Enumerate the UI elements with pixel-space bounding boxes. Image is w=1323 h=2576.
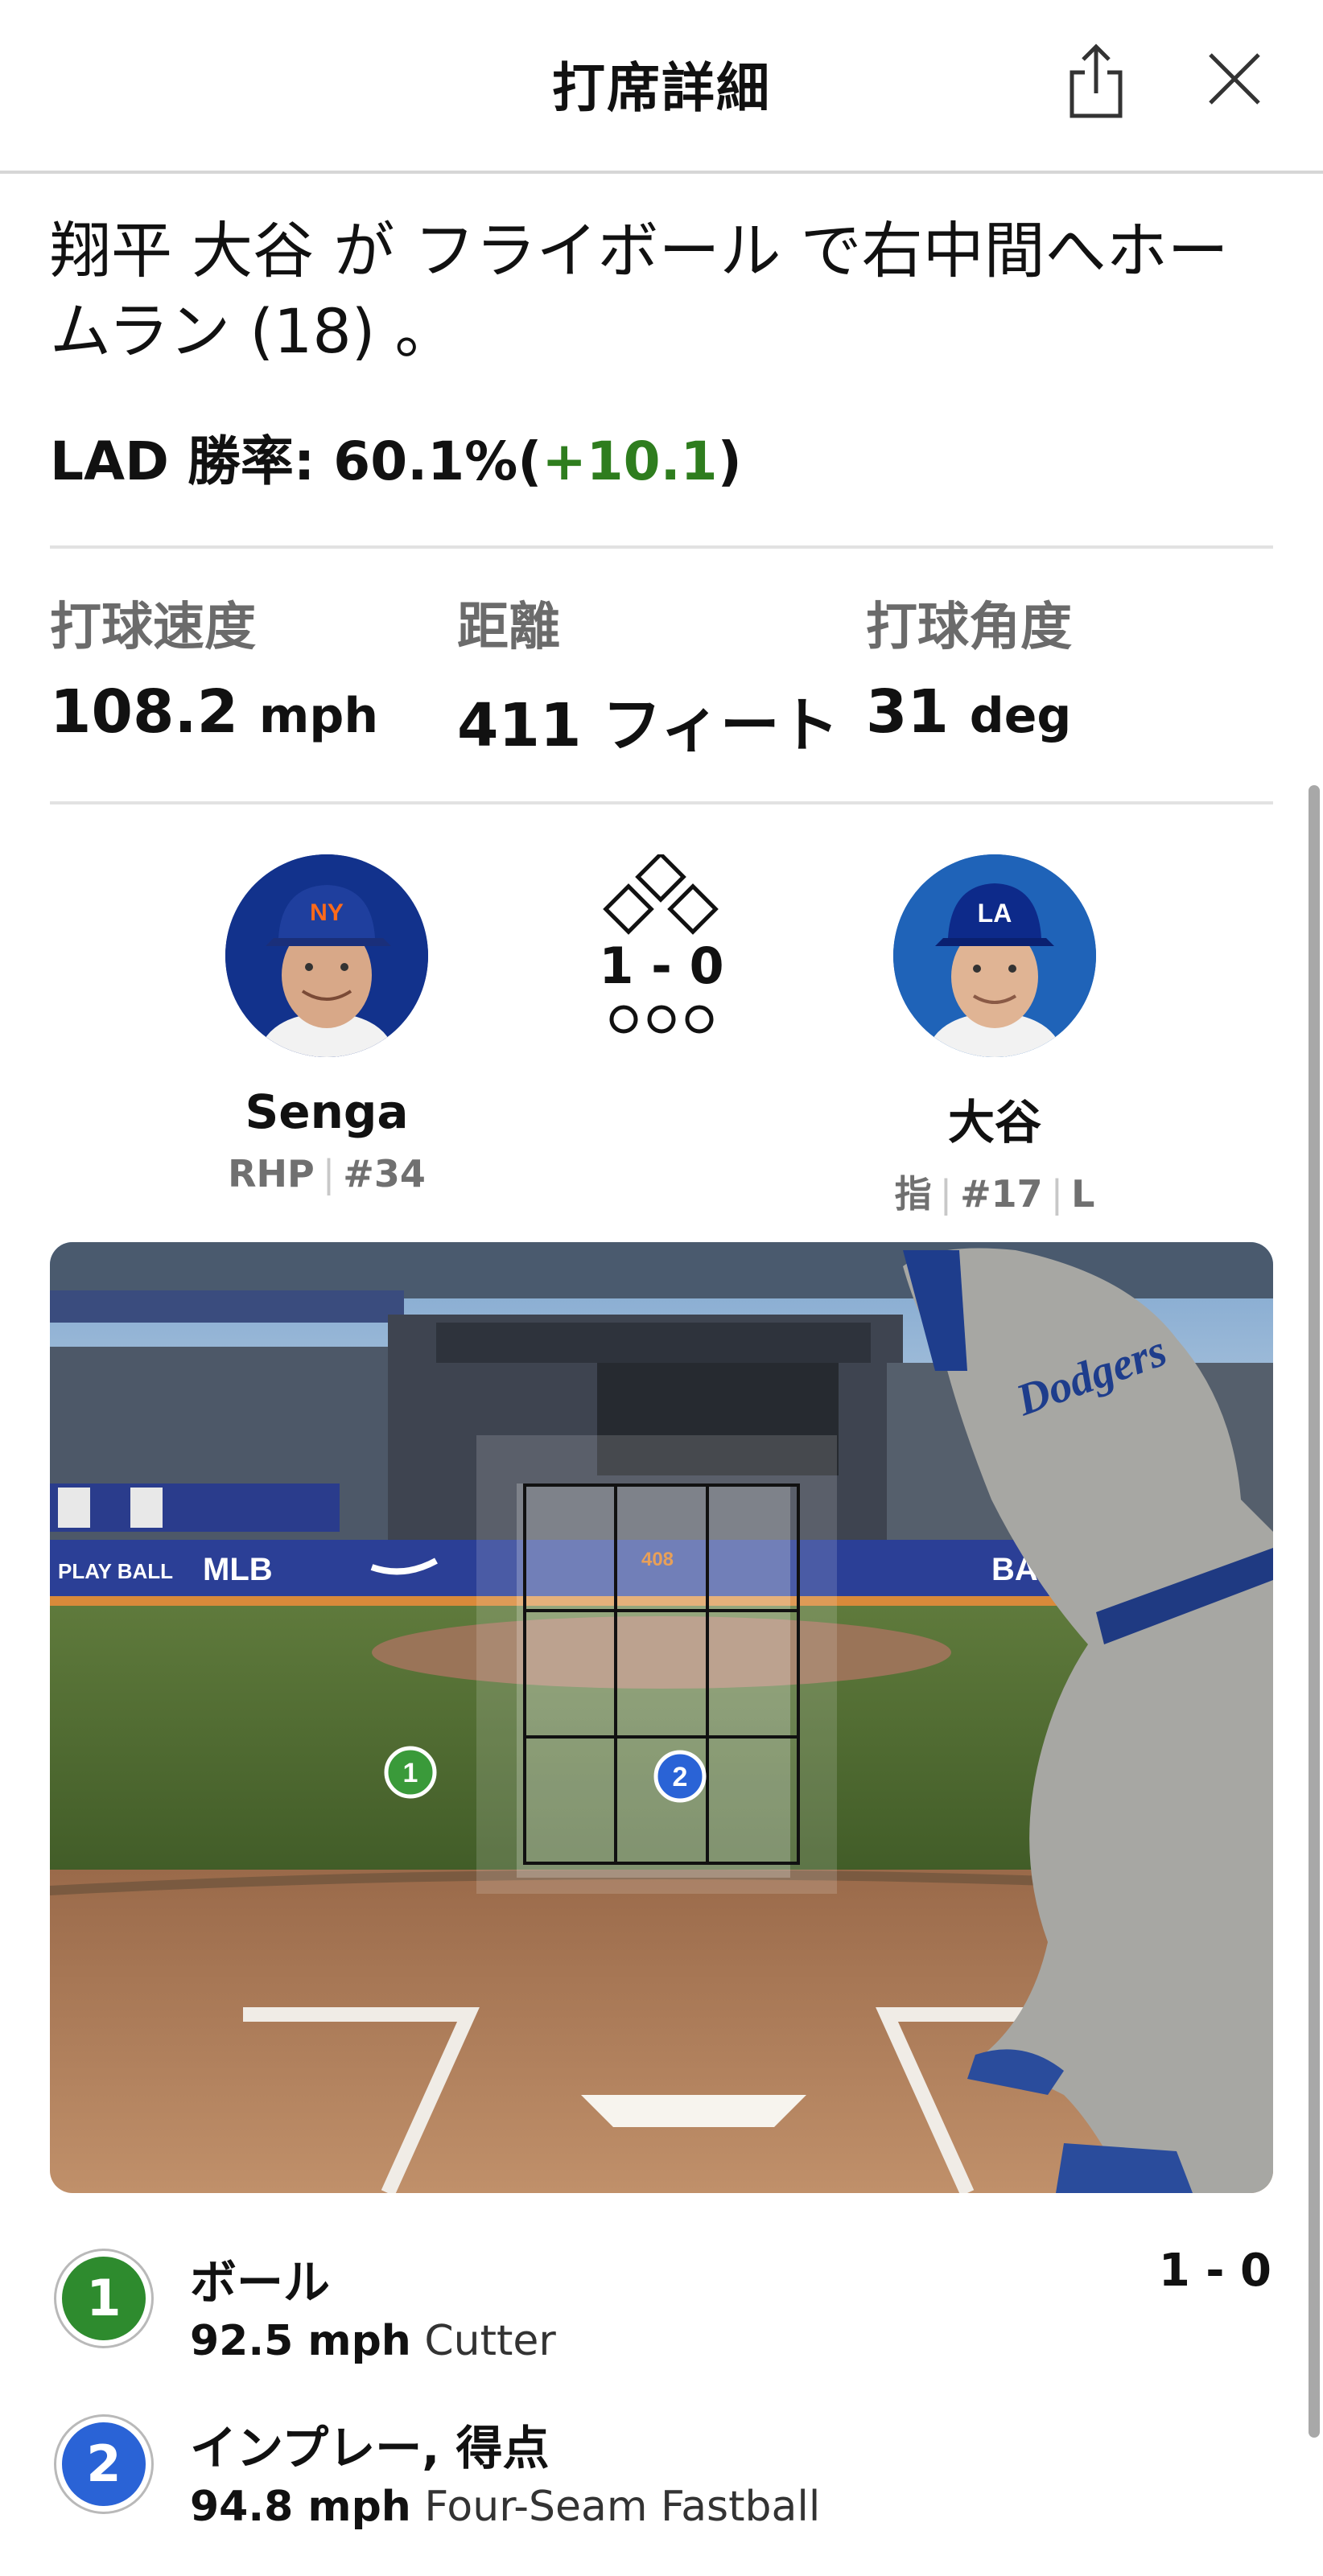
win-prob-team: LAD [50, 430, 169, 492]
batter-bats: L [1071, 1172, 1095, 1216]
stat-number: 31 [866, 677, 949, 747]
pitch-speed: 92.5 mph [190, 2317, 411, 2365]
stat-launch-angle: 打球角度 31 deg [866, 586, 1072, 747]
batter-position: 指 [894, 1172, 932, 1216]
scoreboard-value: 408 [641, 1549, 674, 1570]
stat-exit-velocity: 打球速度 108.2 mph [50, 586, 378, 747]
pitcher-avatar: NY [225, 854, 428, 1057]
win-probability: LAD 勝率: 60.1%(+10.1) [50, 418, 742, 496]
close-icon [1209, 53, 1260, 105]
stat-number: 108.2 [50, 677, 239, 747]
batter-number: #17 [960, 1172, 1043, 1216]
pitch-detail: 92.5 mph Cutter [190, 2317, 556, 2365]
pitch-result: インプレー, 得点 [190, 2421, 550, 2475]
mets-logo: NY [310, 899, 344, 926]
ball-strike-count: 1 - 0 [599, 936, 724, 995]
share-button[interactable] [1064, 40, 1128, 121]
batter-name: 大谷 [947, 1095, 1041, 1150]
pitch-location-view: PLAY BALL MLB BA Dodgers 408 1 2 [50, 1242, 1273, 2193]
ad-mlb: MLB [203, 1552, 273, 1587]
win-prob-delta: +10.1 [542, 430, 718, 492]
batter-avatar: LA [893, 854, 1096, 1057]
pitch-speed: 94.8 mph [190, 2483, 411, 2531]
play-description: 翔平 大谷 が フライボール で右中間へホームラン (18) 。 [50, 215, 1229, 367]
stat-distance: 距離 411 フィート [457, 586, 839, 763]
bases-icon [603, 854, 719, 935]
out-indicator-icon [609, 1005, 714, 1034]
pitch-result: ボール [190, 2255, 331, 2310]
pitch-row[interactable]: 2 インプレー, 得点 94.8 mph Four-Seam Fastball [56, 2417, 1271, 2562]
share-icon [1070, 43, 1123, 118]
scrollbar[interactable] [1309, 785, 1320, 2438]
win-prob-label: 勝率: [187, 430, 315, 492]
pitch-number-badge: 2 [56, 2417, 151, 2512]
svg-text:2: 2 [673, 1762, 688, 1792]
stat-value: 411 フィート [457, 677, 839, 763]
header: 打席詳細 [0, 0, 1323, 174]
ad-play-ball: PLAY BALL [58, 1559, 173, 1583]
pitch-count: 1 - 0 [1158, 2245, 1271, 2297]
pitch-row[interactable]: 1 ボール 92.5 mph Cutter 1 - 0 [56, 2245, 1271, 2396]
pitcher-name: Senga [245, 1084, 409, 1139]
stat-unit: deg [969, 688, 1072, 744]
stat-number: 411 [457, 691, 582, 760]
pitch-type: Four-Seam Fastball [424, 2483, 821, 2531]
pitcher-position: RHP [228, 1152, 315, 1195]
pitcher-number: #34 [343, 1152, 426, 1195]
batter-card[interactable]: LA 大谷 指 | #17 | L [842, 854, 1148, 1218]
stat-value: 31 deg [866, 677, 1072, 747]
win-prob-paren-open: ( [517, 430, 542, 492]
stat-unit: mph [258, 688, 379, 744]
pitch-number-badge: 1 [56, 2251, 151, 2346]
pitch-marker-1: 1 [384, 1746, 437, 1799]
dodgers-logo: LA [978, 899, 1012, 928]
stat-label: 打球速度 [50, 598, 256, 657]
win-prob-paren-close: ) [717, 430, 742, 492]
pitch-type: Cutter [424, 2317, 556, 2365]
batter-meta: 指 | #17 | L [894, 1172, 1095, 1216]
pitch-marker-2: 2 [653, 1750, 707, 1803]
svg-text:1: 1 [403, 1758, 418, 1788]
close-button[interactable] [1204, 48, 1265, 109]
stat-value: 108.2 mph [50, 677, 378, 747]
count-indicator: 1 - 0 [581, 854, 742, 1037]
divider [50, 545, 1273, 549]
pitch-detail: 94.8 mph Four-Seam Fastball [190, 2483, 820, 2531]
stat-unit: フィート [602, 691, 839, 760]
stat-label: 打球角度 [866, 598, 1072, 657]
win-prob-value: 60.1% [333, 430, 518, 492]
pitcher-meta: RHP | #34 [228, 1152, 426, 1195]
stat-label: 距離 [457, 598, 560, 657]
divider [50, 801, 1273, 804]
pitcher-card[interactable]: NY Senga RHP | #34 [174, 854, 480, 1195]
